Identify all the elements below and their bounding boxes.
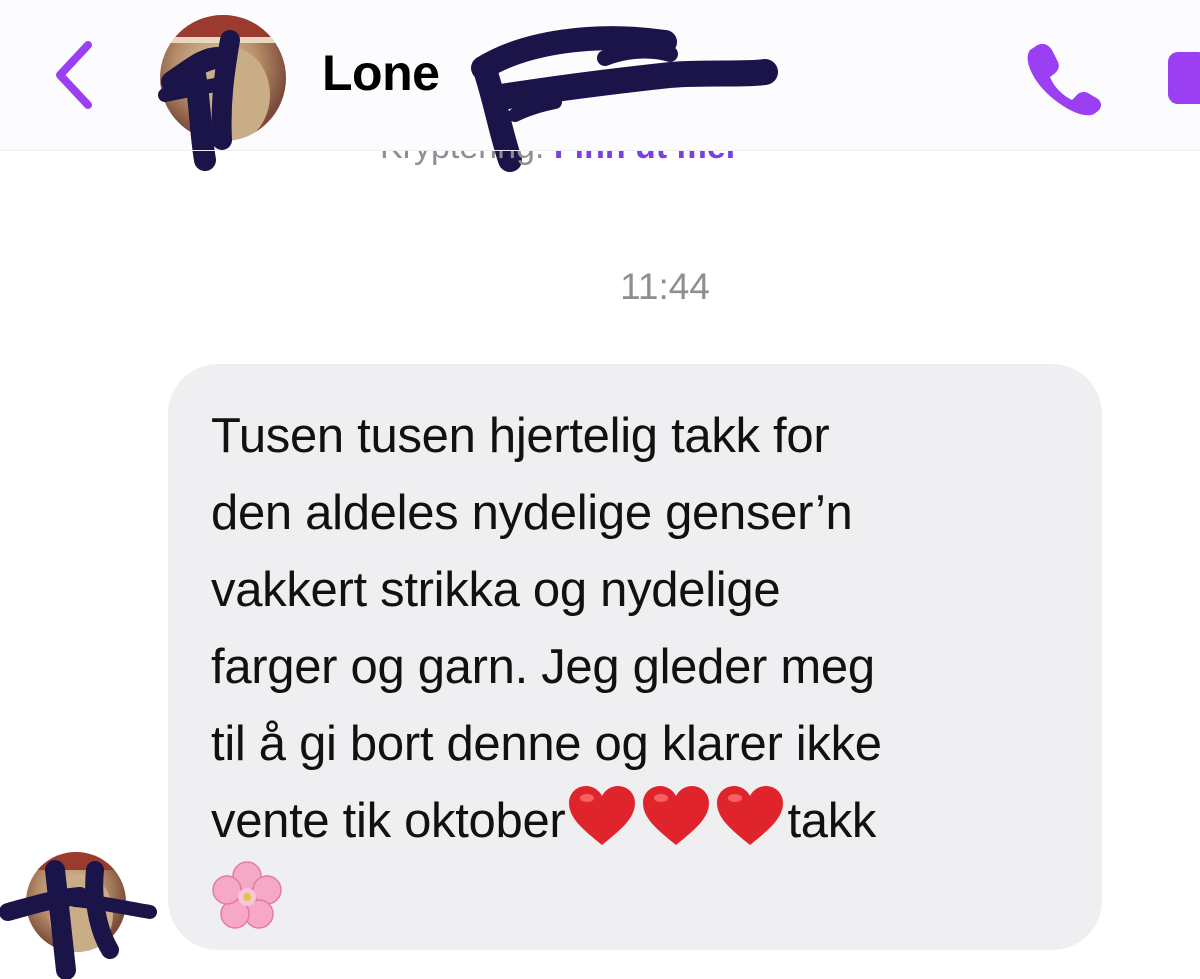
- message-line: vakkert strikka og nydelige: [211, 563, 781, 617]
- message-text: Tusen tusen hjertelig takk for den aldel…: [211, 398, 1071, 939]
- message-timestamp: 11:44: [620, 266, 710, 307]
- encryption-notice: Kryptering. Finn ut mer: [380, 151, 940, 165]
- call-button[interactable]: [1022, 40, 1102, 116]
- message-line: farger og garn. Jeg gleder meg: [211, 640, 875, 694]
- red-heart-icon: [717, 786, 784, 845]
- header-divider: [0, 150, 1200, 151]
- red-heart-icon: [569, 786, 636, 845]
- message-line: til å gi bort denne og klarer ikke: [211, 717, 882, 771]
- sender-avatar-redaction: [0, 860, 157, 979]
- message-last-line: vente tik oktober takk: [211, 783, 1071, 860]
- message-line: den aldeles nydelige genser’n: [211, 486, 853, 540]
- cherry-blossom-icon: [212, 861, 282, 929]
- red-heart-icon: [643, 786, 710, 845]
- phone-icon: [1027, 43, 1101, 116]
- encryption-prefix: Kryptering.: [380, 151, 544, 165]
- message-emoji-line: [211, 860, 1071, 939]
- contact-name[interactable]: Lone: [322, 44, 440, 102]
- chat-header: Lone Kryptering. Finn ut mer: [0, 0, 1200, 172]
- video-button[interactable]: [1168, 52, 1200, 104]
- message-line: vente tik oktober: [211, 794, 566, 848]
- chat-screen: Lone Kryptering. Finn ut mer: [0, 0, 1200, 979]
- message-line: Tusen tusen hjertelig takk for: [211, 409, 830, 463]
- message-after-hearts: takk: [787, 794, 877, 848]
- avatar-redaction: [158, 30, 240, 171]
- learn-more-link[interactable]: Finn ut mer: [554, 151, 739, 165]
